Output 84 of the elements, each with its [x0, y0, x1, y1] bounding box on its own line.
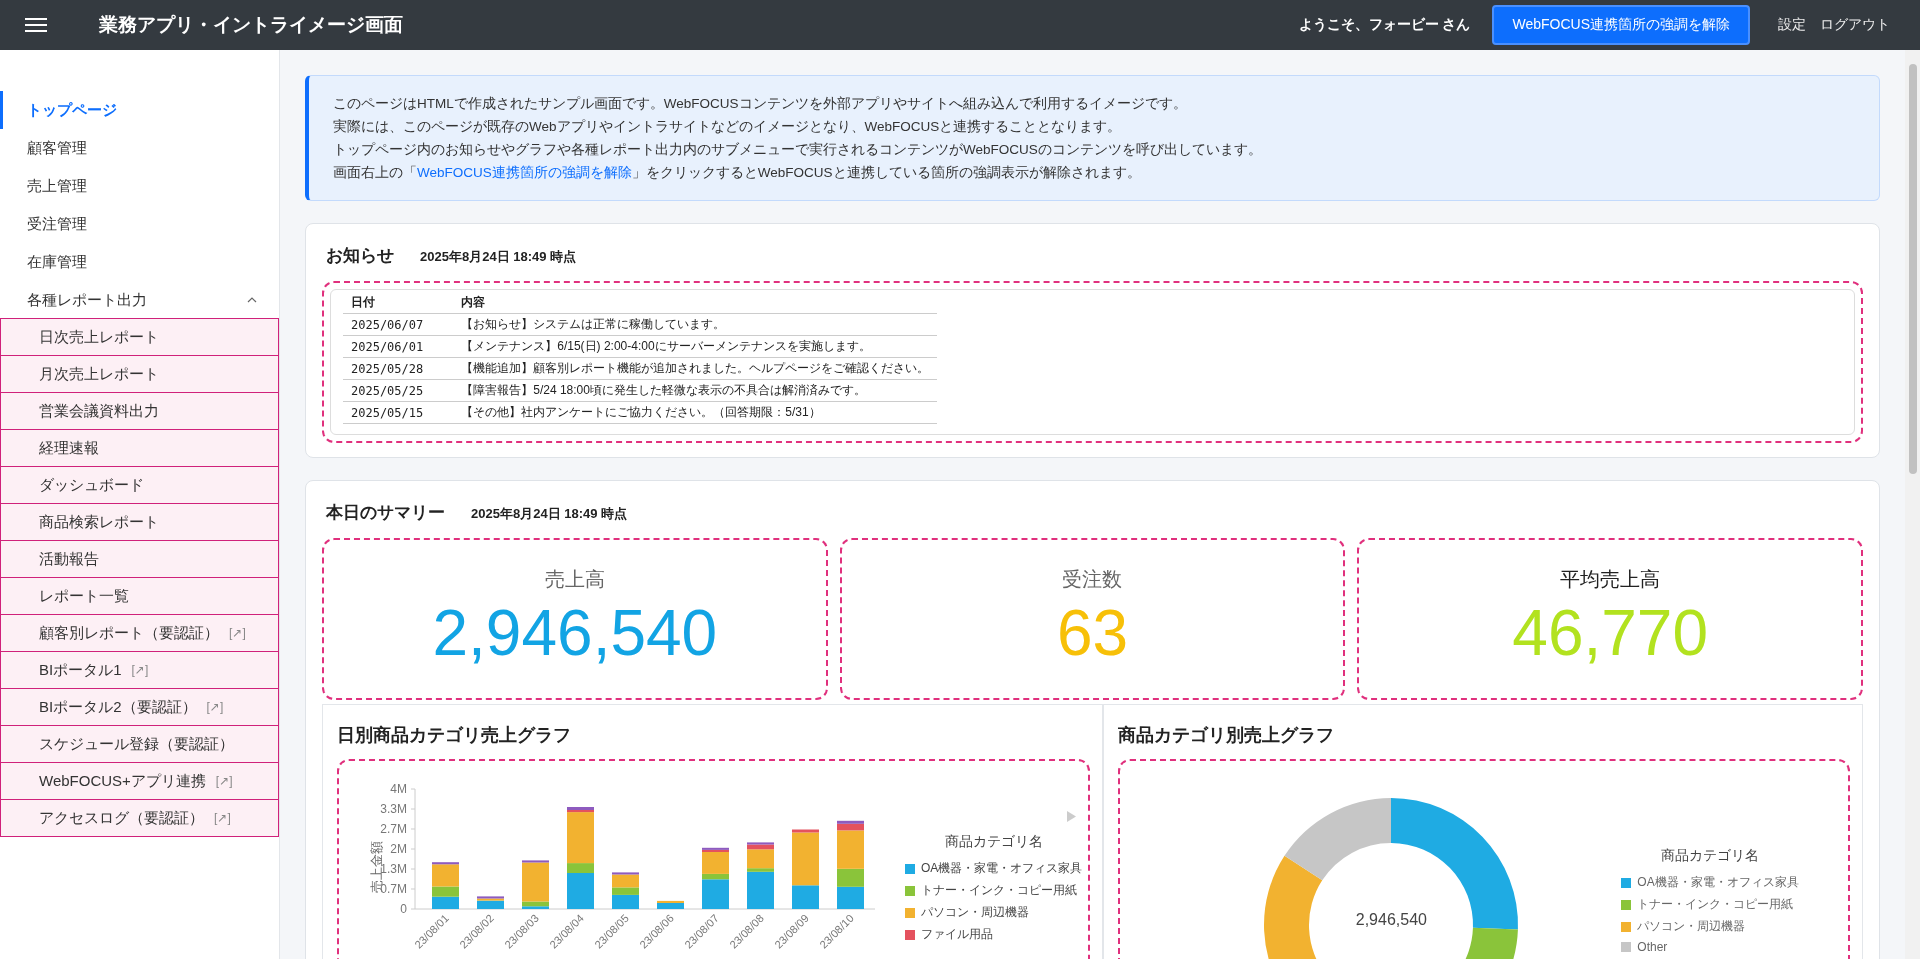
submenu-item[interactable]: 商品検索レポート: [0, 503, 279, 541]
submenu-item[interactable]: 経理速報: [0, 429, 279, 467]
header-link[interactable]: 設定: [1778, 16, 1806, 34]
table-cell: 【機能追加】顧客別レポート機能が追加されました。ヘルプページをご確認ください。: [453, 357, 938, 380]
submenu-item[interactable]: BIポータル2（要認証） [↗]: [0, 688, 279, 726]
table-cell: 2025/06/07: [343, 313, 454, 336]
submenu-item[interactable]: レポート一覧: [0, 577, 279, 615]
legend-label: ファイル用品: [921, 926, 993, 943]
bar-segment[interactable]: [837, 823, 864, 831]
submenu-item[interactable]: 顧客別レポート（要認証） [↗]: [0, 614, 279, 652]
info-text: このページはHTMLで作成されたサンプル画面です。WebFOCUSコンテンツを外部アプリやサイトへ組み込んで利用するイメージです。: [333, 95, 1188, 113]
bar-segment[interactable]: [567, 810, 594, 813]
submenu-item[interactable]: アクセスログ（要認証） [↗]: [0, 799, 279, 837]
table-cell: 2025/06/01: [343, 335, 454, 358]
submenu-item[interactable]: 月次売上レポート: [0, 355, 279, 393]
legend-next-icon[interactable]: [1067, 811, 1077, 822]
submenu-item[interactable]: スケジュール登録（要認証）: [0, 725, 279, 763]
bar-segment[interactable]: [522, 862, 549, 902]
y-tick-label: 3.3M: [380, 802, 407, 816]
info-text: 実際には、このページが既存のWebアプリやイントラサイトなどのイメージとなり、WebFOCUSと連携することとなります。: [333, 118, 1123, 136]
submenu-item[interactable]: ダッシュボード: [0, 466, 279, 504]
legend-title: 商品カテゴリ名: [943, 833, 1044, 851]
remove-highlight-button[interactable]: WebFOCUS連携箇所の強調を解除: [1492, 5, 1750, 45]
sidebar-item[interactable]: 受注管理: [0, 205, 279, 243]
highlight-link[interactable]: WebFOCUS連携箇所の強調を解除: [417, 165, 632, 180]
sidebar-item[interactable]: 売上管理: [0, 167, 279, 205]
column-header: 日付: [343, 292, 454, 314]
y-tick-label: 0: [400, 902, 407, 916]
timestamp: 2025年8月24日 18:49 時点: [471, 505, 628, 523]
bar-segment[interactable]: [612, 872, 639, 875]
header-link[interactable]: ログアウト: [1820, 16, 1890, 34]
bar-segment[interactable]: [792, 829, 819, 833]
stat-label: 売上高: [544, 566, 605, 592]
table-cell: 【その他】社内アンケートにご協力ください。（回答期限：5/31）: [453, 401, 938, 424]
submenu-item[interactable]: BIポータル1 [↗]: [0, 651, 279, 689]
chevron-icon: [247, 297, 257, 303]
legend-label: OA機器・家電・オフィス家具: [1637, 874, 1799, 891]
table-cell: 【メンテナンス】6/15(日) 2:00-4:00にサーバーメンテナンスを実施します。: [453, 335, 938, 358]
welcome-text: ようこそ、フォービー さん: [1298, 16, 1471, 34]
info-text: 画面右上の「WebFOCUS連携箇所の強調を解除」をクリックするとWebFOCUSと連携している箇所の強調表示が解除されます。: [333, 164, 1142, 182]
table-cell: 2025/05/28: [343, 357, 454, 380]
stat-label: 受注数: [1062, 566, 1123, 592]
sidebar-item[interactable]: 各種レポート出力: [0, 281, 279, 319]
bar-segment[interactable]: [522, 860, 549, 863]
scrollbar[interactable]: [1905, 50, 1920, 959]
table-cell: 【障害報告】5/24 18:00頃に発生した軽微な表示の不具合は解消済みです。: [453, 379, 938, 402]
card-title: 本日のサマリー: [326, 502, 445, 524]
table-cell: 2025/05/25: [343, 379, 454, 402]
chart-title: 商品カテゴリ別売上グラフ: [1118, 724, 1336, 747]
bar-segment[interactable]: [657, 900, 684, 903]
sidebar-item[interactable]: 顧客管理: [0, 129, 279, 167]
sidebar-item[interactable]: 在庫管理: [0, 243, 279, 281]
info-text: トップページ内のお知らせやグラフや各種レポート出力内のサブメニューで実行されるコンテンツがWebFOCUSのコンテンツを呼び出しています。: [333, 141, 1263, 159]
y-tick-label: 2.7M: [380, 822, 407, 836]
table-cell: 2025/05/15: [343, 401, 454, 424]
submenu-item[interactable]: 活動報告: [0, 540, 279, 578]
timestamp: 2025年8月24日 18:49 時点: [420, 248, 577, 266]
chart-title: 日別商品カテゴリ売上グラフ: [337, 724, 572, 747]
stat-label: 平均売上高: [1560, 566, 1661, 592]
card-title: お知らせ: [326, 245, 394, 267]
bar-segment[interactable]: [477, 900, 504, 909]
legend-title: 商品カテゴリ名: [1660, 847, 1760, 865]
legend-label: OA機器・家電・オフィス家具: [921, 860, 1083, 877]
table-cell: 【お知らせ】システムは正常に稼働しています。: [453, 313, 938, 336]
y-tick-label: 4M: [390, 782, 407, 796]
menu-icon[interactable]: [25, 17, 47, 33]
submenu-item[interactable]: 営業会議資料出力: [0, 392, 279, 430]
bar-segment[interactable]: [747, 842, 774, 845]
donut-total: 2,946,540: [1354, 911, 1428, 929]
legend-label: トナー・インク・コピー用紙: [921, 882, 1077, 899]
app-title: 業務アプリ・イントライメージ画面: [99, 13, 403, 37]
legend-label: パソコン・周辺機器: [921, 904, 1029, 921]
legend-label: パソコン・周辺機器: [1637, 918, 1746, 935]
legend-label: トナー・インク・コピー用紙: [1637, 896, 1794, 913]
submenu-item[interactable]: 日次売上レポート: [0, 318, 279, 356]
stat-value: 46,770: [1512, 595, 1709, 671]
bar-segment[interactable]: [432, 862, 459, 865]
legend-label: Other: [1637, 940, 1668, 954]
stat-value: 2,946,540: [432, 595, 718, 671]
y-tick-label: 2M: [390, 842, 407, 856]
bar-segment[interactable]: [837, 820, 864, 824]
submenu-item[interactable]: WebFOCUS+アプリ連携 [↗]: [0, 762, 279, 800]
stat-value: 63: [1056, 595, 1129, 671]
column-header: 内容: [453, 292, 938, 314]
